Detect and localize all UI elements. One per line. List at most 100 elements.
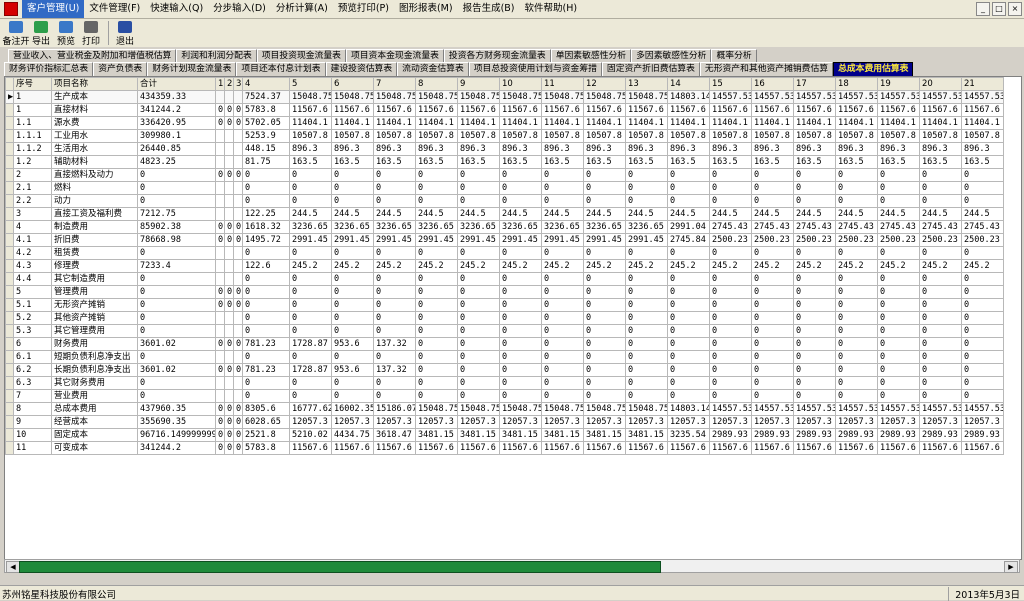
value-cell[interactable]: 3618.47 [373,428,416,442]
row-name-cell[interactable]: 直接燃料及动力 [51,168,138,182]
column-header[interactable]: 合计 [137,77,216,91]
value-cell[interactable]: 0 [541,285,584,299]
table-row[interactable]: 4.2 租赁费 0 0 0 0 0 0 0 0 0 0 0 0 0 0 0 0 0 0 0 [5,246,1004,260]
value-cell[interactable]: 0 [233,298,243,312]
value-cell[interactable]: 0 [215,428,225,442]
value-cell[interactable]: 0 [215,103,225,117]
row-indicator[interactable] [5,129,14,143]
value-cell[interactable]: 244.5 [499,207,542,221]
tab-tabs_row2-9[interactable]: 总成本费用估算表 [833,62,914,77]
value-cell[interactable] [224,324,234,338]
row-name-cell[interactable]: 直接材料 [51,103,138,117]
value-cell[interactable]: 244.5 [583,207,626,221]
row-seq-cell[interactable]: 8 [13,402,52,416]
value-cell[interactable]: 14803.14 [667,90,710,104]
value-cell[interactable]: 12057.3 [289,415,332,429]
value-cell[interactable]: 0 [541,376,584,390]
value-cell[interactable]: 0 [583,246,626,260]
tab-tabs_row1-7[interactable]: 概率分析 [711,49,757,63]
value-cell[interactable]: 0 [877,181,920,195]
column-header[interactable]: 11 [541,77,584,91]
value-cell[interactable]: 0 [415,272,458,286]
value-cell[interactable]: 0 [541,168,584,182]
column-header[interactable]: 1 [215,77,225,91]
value-cell[interactable]: 0 [137,350,216,364]
value-cell[interactable]: 0 [541,194,584,208]
row-seq-cell[interactable]: 1 [13,103,52,117]
value-cell[interactable]: 0 [835,194,878,208]
value-cell[interactable]: 12057.3 [373,415,416,429]
menu-item-5[interactable]: 预览打印(P) [333,0,394,18]
column-header[interactable]: 16 [751,77,794,91]
row-name-cell[interactable]: 短期负债利息净支出 [51,350,138,364]
value-cell[interactable]: 0 [919,311,962,325]
value-cell[interactable]: 0 [224,337,234,351]
value-cell[interactable]: 0 [137,389,216,403]
value-cell[interactable]: 245.2 [751,259,794,273]
value-cell[interactable]: 0 [583,311,626,325]
value-cell[interactable]: 163.5 [961,155,1004,169]
table-row[interactable]: 6.1 短期负债利息净支出 0 0 0 0 0 0 0 0 0 0 0 0 0 0 0 0 0 0 0 [5,350,1004,364]
value-cell[interactable]: 14557.53 [709,90,752,104]
value-cell[interactable]: 0 [793,272,836,286]
value-cell[interactable]: 0 [835,311,878,325]
value-cell[interactable]: 11404.1 [373,116,416,130]
value-cell[interactable]: 0 [137,246,216,260]
value-cell[interactable]: 2745.43 [877,220,920,234]
value-cell[interactable]: 0 [224,402,234,416]
value-cell[interactable]: 0 [793,337,836,351]
table-row[interactable]: 5.2 其他资产摊销 0 0 0 0 0 0 0 0 0 0 0 0 0 0 0 0 0 0 0 [5,311,1004,325]
value-cell[interactable]: 0 [224,285,234,299]
value-cell[interactable]: 0 [877,350,920,364]
value-cell[interactable]: 0 [793,168,836,182]
value-cell[interactable]: 0 [667,311,710,325]
value-cell[interactable]: 2989.93 [793,428,836,442]
tab-tabs_row1-3[interactable]: 项目资本金现金流量表 [345,49,444,63]
value-cell[interactable]: 0 [793,311,836,325]
value-cell[interactable]: 15048.75 [415,402,458,416]
value-cell[interactable]: 137.32 [373,337,416,351]
value-cell[interactable]: 0 [625,298,668,312]
value-cell[interactable]: 0 [137,376,216,390]
value-cell[interactable]: 0 [457,337,500,351]
value-cell[interactable]: 341244.2 [137,103,216,117]
row-seq-cell[interactable]: 4.1 [13,233,52,247]
value-cell[interactable]: 0 [877,363,920,377]
value-cell[interactable]: 137.32 [373,363,416,377]
value-cell[interactable] [233,311,243,325]
value-cell[interactable] [233,376,243,390]
value-cell[interactable]: 0 [709,246,752,260]
value-cell[interactable]: 0 [541,272,584,286]
value-cell[interactable]: 0 [233,337,243,351]
value-cell[interactable]: 15048.75 [499,90,542,104]
value-cell[interactable]: 0 [137,194,216,208]
value-cell[interactable]: 12057.3 [877,415,920,429]
value-cell[interactable]: 0 [242,181,290,195]
value-cell[interactable]: 0 [583,363,626,377]
value-cell[interactable]: 0 [961,168,1004,182]
value-cell[interactable]: 0 [289,272,332,286]
value-cell[interactable]: 896.3 [751,142,794,156]
row-indicator[interactable] [5,246,14,260]
value-cell[interactable]: 0 [331,246,374,260]
value-cell[interactable]: 3236.65 [289,220,332,234]
value-cell[interactable]: 15048.75 [625,90,668,104]
value-cell[interactable]: 0 [667,194,710,208]
value-cell[interactable]: 0 [919,246,962,260]
value-cell[interactable]: 11404.1 [415,116,458,130]
value-cell[interactable]: 0 [919,168,962,182]
value-cell[interactable]: 0 [331,376,374,390]
value-cell[interactable]: 0 [373,324,416,338]
value-cell[interactable]: 0 [709,272,752,286]
value-cell[interactable]: 0 [215,116,225,130]
value-cell[interactable]: 11404.1 [499,116,542,130]
value-cell[interactable]: 0 [215,298,225,312]
value-cell[interactable]: 11567.6 [583,441,626,455]
value-cell[interactable]: 15186.07 [373,402,416,416]
value-cell[interactable]: 245.2 [373,259,416,273]
tab-tabs_row2-8[interactable]: 无形资产和其他资产摊销费估算 [699,62,834,76]
value-cell[interactable]: 0 [835,181,878,195]
value-cell[interactable]: 0 [877,168,920,182]
row-seq-cell[interactable]: 7 [13,389,52,403]
value-cell[interactable] [224,181,234,195]
